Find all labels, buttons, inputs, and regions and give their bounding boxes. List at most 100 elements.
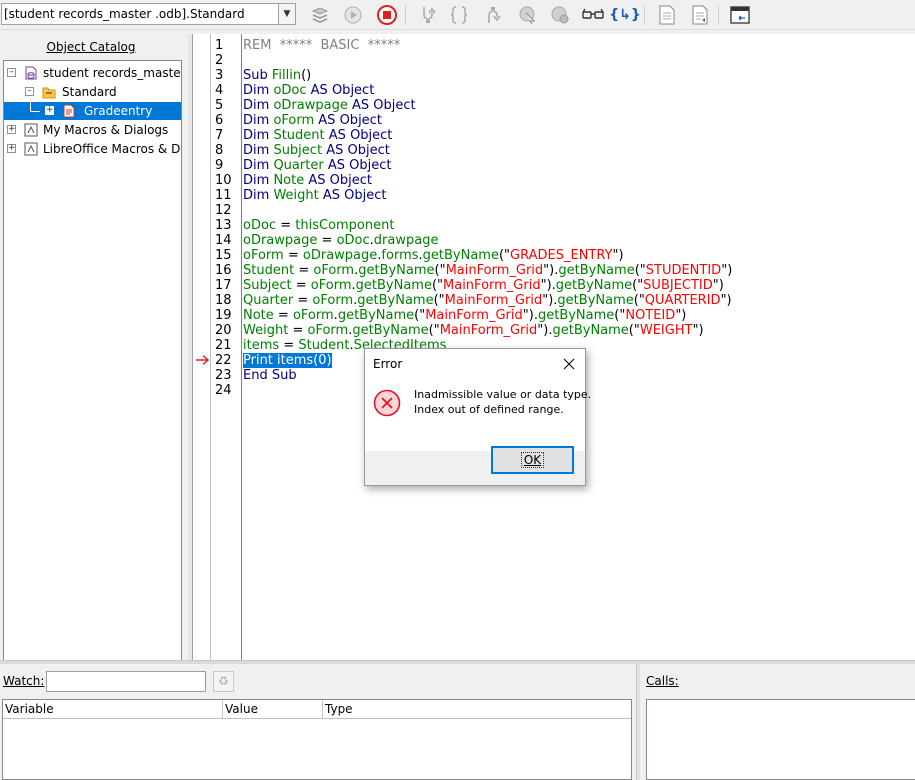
watch-input[interactable] [46,671,206,692]
line-number: 8 [215,143,224,158]
line-number: 24 [215,383,232,398]
code-line[interactable]: Dim Note AS Object [243,173,372,188]
code-text: oDoc = thisComponent [243,218,395,233]
dialog-titlebar[interactable]: Error [365,349,585,379]
line-number: 3 [215,68,224,83]
code-text: Dim Subject AS Object [243,143,390,158]
calls-list[interactable] [646,699,915,780]
code-line[interactable]: Note = oForm.getByName("MainForm_Grid").… [243,308,686,323]
line-number: 12 [215,203,232,218]
line-number: 15 [215,248,232,263]
expand-icon[interactable]: + [7,144,16,153]
calls-pane: Calls: [640,664,915,780]
code-text: Sub Fillin() [243,68,312,83]
error-dialog[interactable]: Error Inadmissible value or data type. I… [364,348,591,486]
step-into-icon[interactable] [417,4,439,26]
current-line-arrow-icon [196,354,210,366]
code-line[interactable]: Student = oForm.getByName("MainForm_Grid… [243,263,732,278]
line-number: 13 [215,218,232,233]
play-icon[interactable] [342,4,364,26]
tree-node-label: My Macros & Dialogs [43,123,169,137]
line-number: 16 [215,263,232,278]
code-text: Subject = oForm.getByName("MainForm_Grid… [243,278,724,293]
selected-code[interactable]: Print items(0) [243,353,332,368]
code-line[interactable]: Subject = oForm.getByName("MainForm_Grid… [243,278,724,293]
code-text: Dim oForm AS Object [243,113,382,128]
import-icon[interactable] [656,4,678,26]
tree-node-my-macros[interactable]: + My Macros & Dialogs [4,121,181,139]
dialog-title: Error [373,357,403,371]
tree-node-database[interactable]: – student records_master .odb [4,64,181,82]
glasses-icon[interactable] [582,4,604,26]
code-text: Student = oForm.getByName("MainForm_Grid… [243,263,733,278]
breakpoint-icon[interactable] [516,4,538,26]
code-line[interactable]: oDoc = thisComponent [243,218,394,233]
dialog-icon[interactable] [729,4,751,26]
macros-icon [24,142,38,156]
line-number: 6 [215,113,224,128]
object-catalog-title: Object Catalog [46,40,136,54]
code-text: Dim Quarter AS Object [243,158,392,173]
line-number: 22 [215,353,232,368]
chevron-down-icon[interactable]: ▼ [278,4,295,24]
expand-icon[interactable]: + [45,106,54,115]
code-line-current[interactable]: Print items(0) [243,353,332,368]
line-number: 11 [215,188,232,203]
manage-breakpoints-icon[interactable] [549,4,571,26]
close-icon[interactable] [559,354,579,374]
braces-icon[interactable]: {↳} [609,4,641,26]
column-header-type[interactable]: Type [323,700,631,718]
line-number: 9 [215,158,224,173]
object-catalog-tree[interactable]: – student records_master .odb – Standard… [3,60,182,686]
tree-node-gradeentry[interactable]: + Gradeentry [4,102,181,120]
module-icon [63,104,75,118]
code-line[interactable]: Dim oForm AS Object [243,113,382,128]
dialog-body: Inadmissible value or data type. Index o… [365,379,591,451]
line-number: 17 [215,278,232,293]
code-text: Dim Student AS Object [243,128,393,143]
line-number: 5 [215,98,224,113]
watch-label: Watch: [3,674,45,688]
step-out-icon[interactable] [482,4,504,26]
code-area[interactable]: REM ***** BASIC ***** Sub Fillin() Dim o… [243,34,915,660]
line-numbers: 1 2 3 4 5 6 7 8 9 10 11 12 13 14 15 16 1… [212,34,242,660]
expand-icon[interactable]: + [7,125,16,134]
code-line[interactable]: Dim Quarter AS Object [243,158,391,173]
ok-button[interactable]: OK [491,446,574,474]
stop-icon[interactable] [376,4,398,26]
library-icon[interactable] [309,4,331,26]
code-text: Dim oDrawpage AS Object [243,98,416,113]
code-line[interactable]: Dim oDrawpage AS Object [243,98,416,113]
line-number: 1 [215,38,224,53]
library-selector[interactable]: [student records_master .odb].Standard ▼ [1,3,296,25]
code-line[interactable]: oDrawpage = oDoc.drawpage [243,233,438,248]
code-line[interactable]: Weight = oForm.getByName("MainForm_Grid"… [243,323,704,338]
code-line[interactable]: Dim Subject AS Object [243,143,390,158]
line-number: 10 [215,173,232,188]
code-text: oForm = oDrawpage.forms.getByName("GRADE… [243,248,624,263]
code-text: Dim Note AS Object [243,173,372,188]
code-line[interactable]: oForm = oDrawpage.forms.getByName("GRADE… [243,248,624,263]
tree-node-standard[interactable]: – Standard [4,83,181,101]
object-catalog-pane: Object Catalog – student records_master … [0,34,188,686]
column-header-value[interactable]: Value [223,700,323,718]
code-line[interactable]: Quarter = oForm.getByName("MainForm_Grid… [243,293,732,308]
code-line[interactable]: REM ***** BASIC ***** [243,38,400,53]
code-line[interactable]: End Sub [243,368,297,383]
code-editor[interactable]: 1 2 3 4 5 6 7 8 9 10 11 12 13 14 15 16 1… [192,34,915,660]
code-text: End Sub [243,368,297,383]
column-header-variable[interactable]: Variable [3,700,223,718]
step-over-icon[interactable] [448,4,470,26]
watch-table[interactable]: Variable Value Type [2,699,632,780]
code-line[interactable]: Sub Fillin() [243,68,311,83]
breakpoint-margin[interactable] [193,34,211,660]
remove-watch-icon[interactable]: ♻ [213,671,234,692]
code-line[interactable]: Dim oDoc AS Object [243,83,374,98]
code-line[interactable]: Dim Weight AS Object [243,188,387,203]
code-line[interactable]: Dim Student AS Object [243,128,392,143]
code-text: Weight = oForm.getByName("MainForm_Grid"… [243,323,704,338]
collapse-icon[interactable]: – [25,87,34,96]
collapse-icon[interactable]: – [7,68,16,77]
export-icon[interactable] [689,4,711,26]
tree-node-libreoffice-macros[interactable]: + LibreOffice Macros & Dialogs [4,140,181,158]
